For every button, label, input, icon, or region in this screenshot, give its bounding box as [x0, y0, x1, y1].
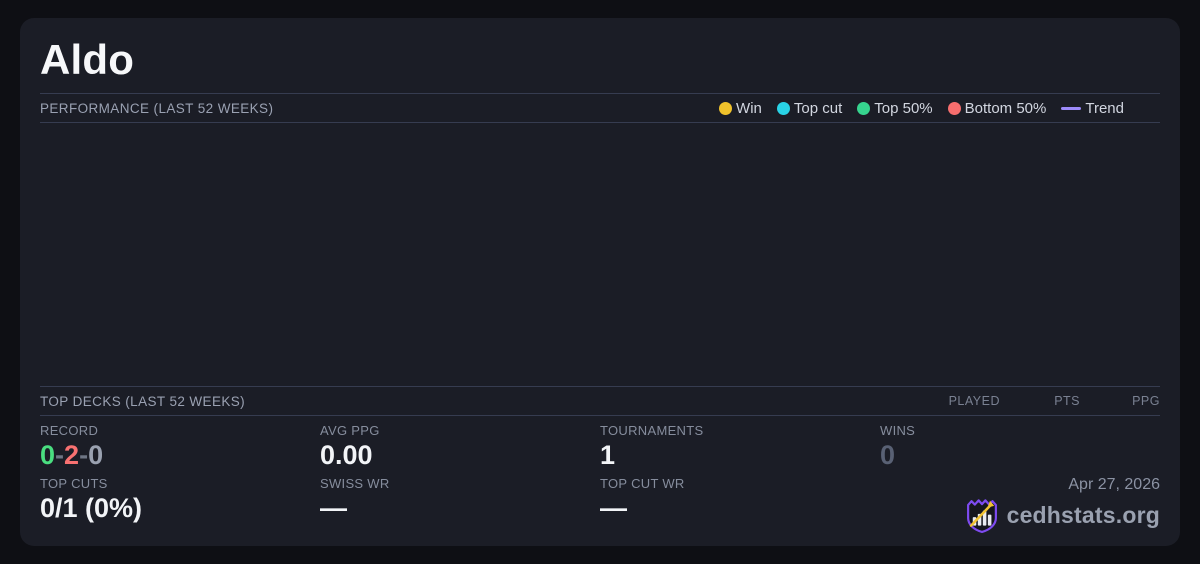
stat-record: RECORD 0-2-0 [40, 423, 320, 471]
top-decks-heading: TOP DECKS (LAST 52 WEEKS) [40, 393, 246, 409]
stat-avg-ppg: AVG PPG 0.00 [320, 423, 600, 471]
top-50-dot-icon [857, 101, 871, 115]
stat-label: RECORD [40, 423, 99, 439]
stat-tournaments: TOURNAMENTS 1 [600, 423, 880, 471]
brand-row: cedhstats.org [965, 497, 1160, 534]
top-cut-wr-value: — [600, 493, 627, 523]
column-header-pts: PTS [1054, 394, 1080, 409]
legend-label: Win [736, 99, 762, 117]
stat-label: WINS [880, 423, 916, 439]
legend-item-top-cut: Top cut [776, 99, 843, 117]
tournaments-value: 1 [600, 440, 616, 471]
top-cuts-value: 0/1 (0%) [40, 493, 143, 523]
record-wins: 0 [40, 440, 56, 471]
win-dot-icon [719, 101, 733, 115]
stat-label: TOP CUT WR [600, 476, 685, 491]
report-date: Apr 27, 2026 [1068, 476, 1160, 493]
legend-item-win: Win [719, 100, 762, 117]
brand-name: cedhstats.org [1006, 502, 1160, 528]
screen-background: Aldo PERFORMANCE (LAST 52 WEEKS) Win Top… [0, 0, 1200, 564]
bottom-50-dot-icon [947, 101, 961, 115]
record-value: 0-2-0 [40, 440, 320, 471]
top-decks-column-headers: PLAYED PTS PPG [920, 394, 1160, 408]
trend-line-icon [1061, 106, 1082, 110]
player-stats-card: Aldo PERFORMANCE (LAST 52 WEEKS) Win Top… [20, 18, 1180, 546]
stat-label: TOP CUTS [40, 476, 108, 491]
performance-section-header: PERFORMANCE (LAST 52 WEEKS) Win Top cut … [40, 93, 1160, 124]
swiss-wr-value: — [320, 493, 347, 523]
stats-grid: RECORD 0-2-0 AVG PPG 0.00 TOURNAMENTS 1 … [40, 416, 1160, 534]
wins-value: 0 [880, 440, 896, 471]
stat-label: TOURNAMENTS [600, 423, 704, 439]
stat-swiss-wr: SWISS WR — [320, 476, 600, 534]
footer-branding: Apr 27, 2026 cedhstats.org [880, 476, 1160, 534]
avg-ppg-value: 0.00 [320, 440, 373, 471]
top-cut-dot-icon [776, 101, 790, 115]
stat-wins: WINS 0 [880, 423, 1160, 471]
top-decks-section-header: TOP DECKS (LAST 52 WEEKS) PLAYED PTS PPG [40, 386, 1160, 417]
page-title: Aldo [40, 36, 135, 83]
performance-chart-empty [40, 123, 1160, 386]
record-separator: - [55, 440, 65, 471]
stat-top-cut-wr: TOP CUT WR — [600, 476, 880, 534]
legend-label: Trend [1085, 99, 1124, 117]
legend-label: Top 50% [874, 99, 933, 117]
record-separator: - [79, 440, 89, 471]
cedhstats-shield-logo-icon [966, 499, 997, 533]
stat-label: AVG PPG [320, 423, 380, 439]
stat-top-cuts: TOP CUTS 0/1 (0%) [40, 476, 320, 534]
record-losses: 2 [64, 440, 80, 471]
legend-label: Bottom 50% [964, 99, 1047, 117]
legend-label: Top cut [793, 99, 843, 117]
legend-item-trend: Trend [1061, 100, 1124, 117]
stat-label: SWISS WR [320, 476, 390, 491]
record-draws: 0 [88, 440, 104, 471]
legend-item-top-50: Top 50% [857, 99, 933, 117]
column-header-ppg: PPG [1132, 394, 1160, 409]
legend-item-bottom-50: Bottom 50% [947, 99, 1047, 117]
chart-legend: Win Top cut Top 50% Bottom 50% Trend [719, 100, 1124, 117]
performance-heading: PERFORMANCE (LAST 52 WEEKS) [40, 100, 274, 116]
column-header-played: PLAYED [948, 394, 1000, 409]
